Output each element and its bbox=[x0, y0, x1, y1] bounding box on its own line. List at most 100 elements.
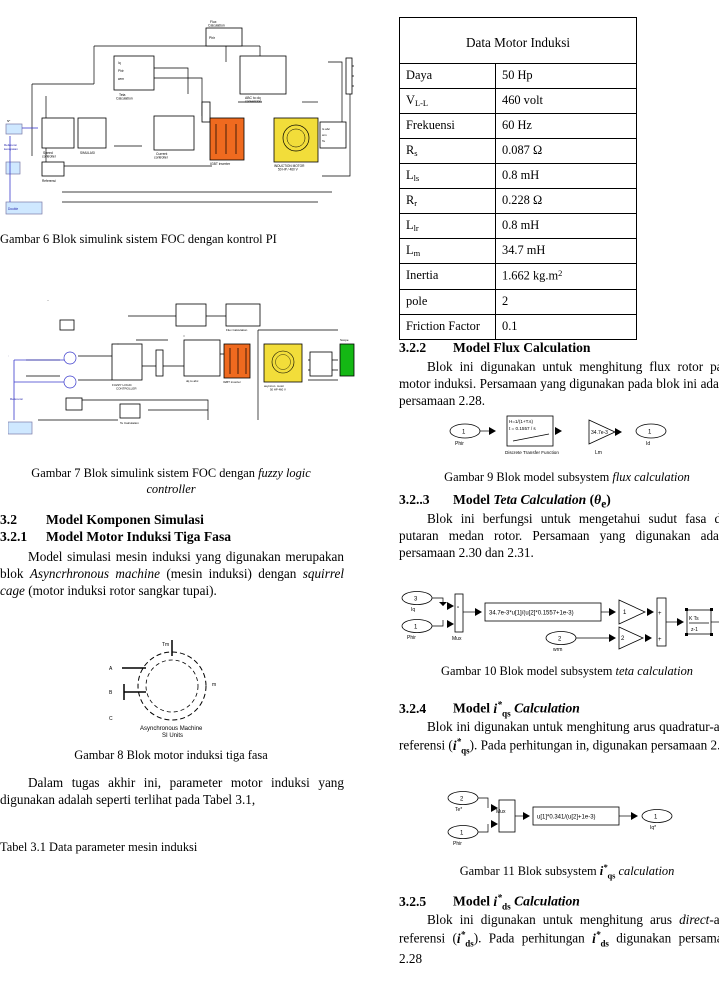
svg-text:Phir: Phir bbox=[118, 69, 125, 73]
heading-3-2-3-title-italic: Teta Calculation bbox=[493, 492, 587, 507]
svg-text:Phir: Phir bbox=[209, 36, 216, 40]
table-cell-key: VL-L bbox=[399, 88, 496, 114]
table-row: Rr 0.228 Ω bbox=[399, 188, 637, 214]
figure-7-caption-italic: fuzzy logic bbox=[258, 466, 311, 480]
heading-3-2-3-symbol-sub: e bbox=[601, 498, 607, 511]
table-cell-value: 0.8 mH bbox=[495, 163, 637, 189]
key-text: L bbox=[406, 218, 414, 232]
heading-3-2-5-t1: Model bbox=[453, 893, 494, 909]
heading-3-2-5: 3.2.5 Model i*ds Calculation bbox=[399, 893, 580, 913]
table-cell-key: Lls bbox=[399, 163, 496, 189]
fig10-in2-label: Phir bbox=[407, 635, 416, 641]
heading-3-2-title: Model Komponen Simulasi bbox=[46, 512, 204, 527]
sym-sub: ds bbox=[501, 901, 511, 912]
fig9-in-label: Phir bbox=[455, 441, 464, 447]
fig9-tf-l2: t = 0.1557 / s bbox=[509, 426, 536, 431]
figure-11-caption-sym: i*qs bbox=[599, 862, 616, 881]
svg-text:controller: controller bbox=[154, 155, 169, 159]
key-text: Friction Factor bbox=[406, 318, 480, 333]
table-row: Daya 50 Hp bbox=[399, 63, 637, 89]
table-cell-key: pole bbox=[399, 288, 496, 315]
key-text: V bbox=[406, 93, 415, 107]
svg-text:Referensi: Referensi bbox=[42, 179, 56, 183]
heading-3-2-5-t2: Calculation bbox=[510, 893, 580, 909]
table-cell-key: Rs bbox=[399, 138, 496, 164]
body-3-2-1-p3: (motor induksi rotor sangkar tupai). bbox=[24, 583, 217, 599]
fig9-tf-caption: Discrete Transfer Function bbox=[505, 450, 559, 455]
key-text: L bbox=[406, 168, 414, 182]
body-3-2-5-sym2: i*ds bbox=[592, 929, 609, 949]
table-cell-value: 0.1 bbox=[495, 313, 637, 340]
svg-text:Flux Calculation: Flux Calculation bbox=[226, 328, 248, 332]
svg-text:Te Calculation: Te Calculation bbox=[120, 421, 139, 425]
heading-3-2-3-number: 3.2..3 bbox=[399, 492, 430, 507]
table-cell-key: Lm bbox=[399, 238, 496, 264]
figure-9-flux-calculation: 1 Phir H=1/(1+T.s) t = 0.1557 / s Discre… bbox=[443, 414, 683, 458]
heading-3-2-1-number: 3.2.1 bbox=[0, 529, 28, 544]
heading-3-2-2: 3.2.2 Model Flux Calculation bbox=[399, 340, 590, 357]
body-3-2-1-p2: (mesin induksi) dengan bbox=[160, 566, 303, 582]
fig10-fcn: 34.7e-3*u[1]/(u[2]*0.1557+1e-3) bbox=[489, 611, 574, 617]
table-cell-value: 60 Hz bbox=[495, 113, 637, 139]
body-3-2-5-p1: Blok ini digunakan untuk menghitung arus bbox=[427, 912, 680, 927]
svg-text:Tm: Tm bbox=[162, 642, 169, 648]
heading-3-2-4-number: 3.2.4 bbox=[399, 700, 427, 716]
table-cell-key: Rr bbox=[399, 188, 496, 214]
fig11-fcn: u[1]*0.341/(u[2]+1e-3) bbox=[537, 815, 596, 821]
sym-sub: qs bbox=[501, 708, 511, 719]
fig10-in3-label: wrm bbox=[553, 647, 562, 653]
fig11-in1-label: Te* bbox=[455, 807, 462, 813]
table-cell-key: Llr bbox=[399, 213, 496, 239]
table-row: Lls 0.8 mH bbox=[399, 163, 637, 189]
key-subscript: r bbox=[414, 197, 418, 208]
fig10-sum-a: + bbox=[658, 611, 662, 617]
svg-text:N*: N* bbox=[7, 119, 11, 123]
heading-3-2-1: 3.2.1 Model Motor Induksi Tiga Fasa bbox=[0, 529, 231, 546]
table-row: Frekuensi 60 Hz bbox=[399, 113, 637, 139]
table-row: Inertia 1.662 kg.m2 bbox=[399, 263, 637, 290]
fig11-out-label: Iq* bbox=[650, 825, 656, 831]
heading-3-2-5-symbol: i*ds bbox=[493, 893, 511, 912]
table-cell-key: Inertia bbox=[399, 263, 496, 290]
figure-10-caption-text: Gambar 10 Blok model subsystem bbox=[441, 664, 616, 678]
svg-text:wm: wm bbox=[322, 133, 327, 137]
table-cell-value: 50 Hp bbox=[495, 63, 637, 89]
motor-block-title-line2: SI Units bbox=[162, 733, 183, 738]
body-3-2-5: Blok ini digunakan untuk menghitung arus… bbox=[399, 911, 719, 967]
body-3-2-4-p2: ). Pada perhitungan in, digunakan persam… bbox=[469, 737, 719, 753]
heading-3-2-4-t1: Model bbox=[453, 700, 494, 716]
document-page: Flux Calculation Phir Teta Calculation I… bbox=[0, 0, 719, 986]
body-3-2-3: Blok ini berfungsi untuk mengetahui sudu… bbox=[399, 511, 719, 561]
figure-7-caption-text: Gambar 7 Blok simulink sistem FOC dengan bbox=[31, 466, 259, 480]
heading-3-2-2-number: 3.2.2 bbox=[399, 340, 427, 355]
figure-8-asynchronous-machine-block: Tm A B C m Asynchronous Machine SI Units bbox=[62, 634, 294, 738]
table-3-1-caption: Tabel 3.1 Data parameter mesin induksi bbox=[0, 840, 198, 854]
figure-9-caption: Gambar 9 Blok model subsystem flux calcu… bbox=[399, 470, 719, 486]
fig11-mux-label: Mux bbox=[496, 809, 506, 815]
key-subscript: m bbox=[413, 247, 421, 258]
table-row: Rs 0.087 Ω bbox=[399, 138, 637, 164]
figure-6-caption: Gambar 6 Blok simulink sistem FOC dengan… bbox=[0, 232, 277, 246]
svg-text:Is abc: Is abc bbox=[322, 127, 331, 131]
key-subscript: s bbox=[414, 147, 418, 158]
table-row: pole 2 bbox=[399, 288, 637, 315]
fig9-gain-label: Lm bbox=[595, 450, 602, 456]
svg-text:conversion: conversion bbox=[245, 99, 262, 103]
heading-3-2-3-title: Model bbox=[453, 492, 494, 507]
table-cell-value: 1.662 kg.m2 bbox=[495, 263, 637, 290]
figure-7-caption-italic2: controller bbox=[146, 481, 196, 496]
body-3-2-2: Blok ini digunakan untuk menghitung flux… bbox=[399, 359, 719, 409]
body-3-2-4: Blok ini digunakan untuk menghitung arus… bbox=[399, 718, 719, 757]
table-data-motor-induksi: Data Motor Induksi Daya 50 Hp VL-L 460 vol… bbox=[399, 17, 637, 340]
figure-9-caption-italic: flux calculation bbox=[612, 470, 690, 484]
body-3-2-5-p3: ). Pada perhitungan bbox=[473, 930, 593, 946]
key-text: Frekuensi bbox=[406, 118, 455, 132]
svg-text:Calculation: Calculation bbox=[208, 24, 225, 28]
table-cell-value: 0.087 Ω bbox=[495, 138, 637, 164]
fig9-out-label: Id bbox=[646, 441, 650, 447]
table-cell-key: Friction Factor bbox=[399, 313, 496, 340]
key-text: L bbox=[406, 243, 414, 257]
svg-text:Iq: Iq bbox=[118, 61, 121, 65]
figure-11-caption-italic: calculation bbox=[615, 864, 675, 879]
svg-text:Scope: Scope bbox=[340, 338, 349, 342]
